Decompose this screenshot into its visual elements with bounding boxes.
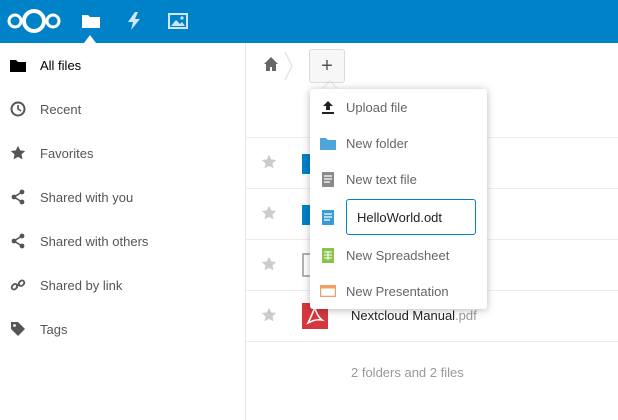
menu-item-label: New Spreadsheet	[346, 248, 450, 263]
sidebar-item-label: Shared by link	[40, 277, 123, 293]
upload-icon	[320, 99, 336, 115]
share-icon	[10, 189, 26, 205]
menu-item-new-text-file[interactable]: New text file	[310, 161, 487, 197]
clock-icon	[10, 101, 26, 117]
files-summary: 2 folders and 2 files	[351, 365, 464, 380]
spreadsheet-icon	[320, 247, 336, 263]
sidebar-item-shared-by-link[interactable]: Shared by link	[0, 263, 245, 307]
menu-item-new-document[interactable]	[310, 199, 487, 235]
menu-item-label: New text file	[346, 172, 417, 187]
table-divider	[246, 341, 618, 342]
top-header	[0, 0, 618, 43]
sidebar-item-label: Favorites	[40, 145, 94, 161]
star-icon[interactable]	[260, 255, 278, 273]
sidebar-item-tags[interactable]: Tags	[0, 307, 245, 351]
menu-item-label: New Presentation	[346, 284, 449, 299]
add-new-button[interactable]: +	[309, 49, 345, 83]
share-icon	[10, 233, 26, 249]
files-app-icon[interactable]	[80, 10, 102, 32]
gallery-image-icon[interactable]	[167, 10, 189, 32]
menu-item-upload-file[interactable]: Upload file	[310, 89, 487, 125]
sidebar-item-shared-with-others[interactable]: Shared with others	[0, 219, 245, 263]
folder-icon	[320, 135, 336, 151]
nextcloud-logo[interactable]	[6, 8, 62, 34]
sidebar-item-label: Recent	[40, 101, 82, 117]
link-icon	[10, 277, 26, 293]
sidebar-item-label: Tags	[40, 321, 68, 337]
menu-item-new-presentation[interactable]: New Presentation	[310, 273, 487, 309]
text-file-icon	[320, 171, 336, 187]
tag-icon	[10, 321, 26, 337]
new-file-menu: Upload file New folder New text file New…	[310, 89, 487, 309]
breadcrumb-separator	[284, 51, 293, 81]
star-icon[interactable]	[260, 204, 278, 222]
folder-icon	[10, 57, 26, 73]
activity-lightning-icon[interactable]	[123, 10, 145, 32]
presentation-icon	[320, 283, 336, 299]
new-file-name-input[interactable]	[346, 199, 476, 235]
star-icon[interactable]	[260, 306, 278, 324]
file-basename: Nextcloud Manual	[351, 308, 456, 323]
sidebar-item-label: All files	[40, 57, 82, 73]
sidebar-nav: All files Recent Favorites Shared with y…	[0, 43, 246, 420]
sidebar-item-label: Shared with others	[40, 233, 149, 249]
menu-item-new-spreadsheet[interactable]: New Spreadsheet	[310, 237, 487, 273]
menu-item-label: Upload file	[346, 100, 408, 115]
menu-item-label: New folder	[346, 136, 409, 151]
file-name[interactable]: Nextcloud Manual.pdf	[351, 308, 477, 323]
sidebar-item-label: Shared with you	[40, 189, 134, 205]
star-icon	[10, 145, 26, 161]
sidebar-item-recent[interactable]: Recent	[0, 87, 245, 131]
home-icon[interactable]	[263, 56, 279, 72]
sidebar-item-favorites[interactable]: Favorites	[0, 131, 245, 175]
menu-item-new-folder[interactable]: New folder	[310, 125, 487, 161]
document-icon	[320, 209, 336, 225]
file-extension: .pdf	[455, 308, 477, 323]
sidebar-item-all-files[interactable]: All files	[0, 43, 245, 87]
star-icon[interactable]	[260, 153, 278, 171]
sidebar-item-shared-with-you[interactable]: Shared with you	[0, 175, 245, 219]
active-app-indicator	[84, 35, 96, 43]
